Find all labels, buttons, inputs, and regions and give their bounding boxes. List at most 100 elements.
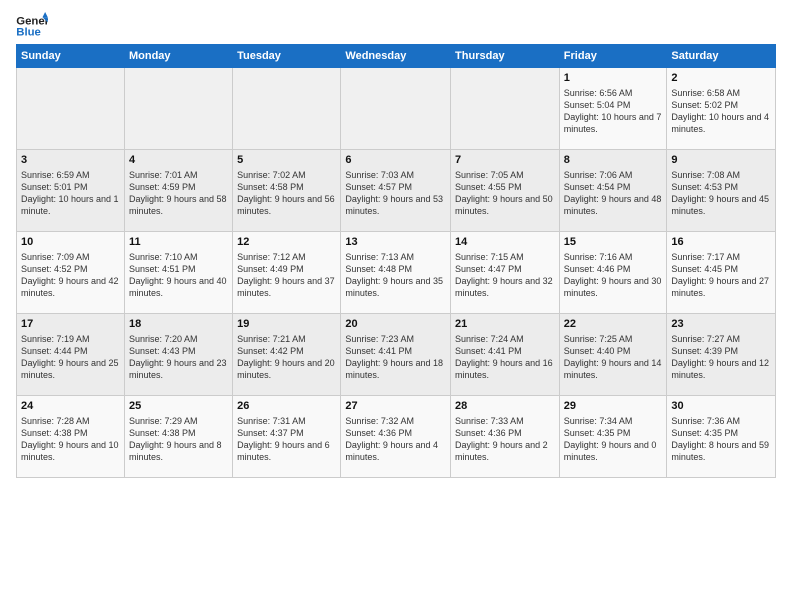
day-number: 2 — [671, 71, 771, 86]
day-info: Sunrise: 7:01 AM Sunset: 4:59 PM Dayligh… — [129, 170, 227, 216]
calendar-cell: 30 Sunrise: 7:36 AM Sunset: 4:35 PM Dayli… — [667, 396, 776, 478]
calendar-cell: 29Sunrise: 7:34 AM Sunset: 4:35 PM Dayli… — [559, 396, 667, 478]
calendar-cell: 12 Sunrise: 7:12 AM Sunset: 4:49 PM Dayli… — [233, 232, 341, 314]
day-info: Sunrise: 7:06 AM Sunset: 4:54 PM Dayligh… — [564, 170, 662, 216]
day-info: Sunrise: 7:02 AM Sunset: 4:58 PM Dayligh… — [237, 170, 335, 216]
calendar-cell — [17, 68, 125, 150]
day-number: 30 — [671, 399, 771, 414]
calendar-cell: 10Sunrise: 7:09 AM Sunset: 4:52 PM Dayli… — [17, 232, 125, 314]
header-monday: Monday — [124, 45, 232, 68]
calendar-cell: 14 Sunrise: 7:15 AM Sunset: 4:47 PM Dayli… — [451, 232, 560, 314]
calendar-cell: 16Sunrise: 7:17 AM Sunset: 4:45 PM Dayli… — [667, 232, 776, 314]
calendar-cell — [341, 68, 451, 150]
calendar-cell — [451, 68, 560, 150]
day-info: Sunrise: 7:19 AM Sunset: 4:44 PM Dayligh… — [21, 334, 119, 380]
day-number: 17 — [21, 317, 120, 332]
calendar-cell: 7 Sunrise: 7:05 AM Sunset: 4:55 PM Daylig… — [451, 150, 560, 232]
calendar-cell: 24Sunrise: 7:28 AM Sunset: 4:38 PM Dayli… — [17, 396, 125, 478]
calendar-cell: 13 Sunrise: 7:13 AM Sunset: 4:48 PM Dayli… — [341, 232, 451, 314]
day-number: 11 — [129, 235, 228, 250]
day-number: 26 — [237, 399, 336, 414]
calendar-header-row: SundayMondayTuesdayWednesdayThursdayFrid… — [17, 45, 776, 68]
logo: General Blue — [16, 12, 52, 40]
day-number: 3 — [21, 153, 120, 168]
day-info: Sunrise: 7:28 AM Sunset: 4:38 PM Dayligh… — [21, 416, 119, 462]
calendar-cell: 15 Sunrise: 7:16 AM Sunset: 4:46 PM Dayli… — [559, 232, 667, 314]
day-info: Sunrise: 7:10 AM Sunset: 4:51 PM Dayligh… — [129, 252, 227, 298]
day-number: 15 — [564, 235, 663, 250]
calendar-cell: 18Sunrise: 7:20 AM Sunset: 4:43 PM Dayli… — [124, 314, 232, 396]
header: General Blue — [16, 12, 776, 40]
day-number: 28 — [455, 399, 555, 414]
day-number: 14 — [455, 235, 555, 250]
logo-icon: General Blue — [16, 12, 48, 40]
day-info: Sunrise: 7:12 AM Sunset: 4:49 PM Dayligh… — [237, 252, 335, 298]
day-info: Sunrise: 7:15 AM Sunset: 4:47 PM Dayligh… — [455, 252, 553, 298]
day-number: 25 — [129, 399, 228, 414]
calendar-cell: 5 Sunrise: 7:02 AM Sunset: 4:58 PM Daylig… — [233, 150, 341, 232]
calendar-week-0: 1 Sunrise: 6:56 AM Sunset: 5:04 PM Daylig… — [17, 68, 776, 150]
calendar-cell: 25 Sunrise: 7:29 AM Sunset: 4:38 PM Dayli… — [124, 396, 232, 478]
header-saturday: Saturday — [667, 45, 776, 68]
day-info: Sunrise: 6:59 AM Sunset: 5:01 PM Dayligh… — [21, 170, 119, 216]
day-info: Sunrise: 7:36 AM Sunset: 4:35 PM Dayligh… — [671, 416, 769, 462]
day-info: Sunrise: 7:27 AM Sunset: 4:39 PM Dayligh… — [671, 334, 769, 380]
day-number: 20 — [345, 317, 446, 332]
day-number: 8 — [564, 153, 663, 168]
calendar-cell: 23 Sunrise: 7:27 AM Sunset: 4:39 PM Dayli… — [667, 314, 776, 396]
day-number: 27 — [345, 399, 446, 414]
day-number: 23 — [671, 317, 771, 332]
day-info: Sunrise: 7:03 AM Sunset: 4:57 PM Dayligh… — [345, 170, 443, 216]
calendar-cell: 1 Sunrise: 6:56 AM Sunset: 5:04 PM Daylig… — [559, 68, 667, 150]
day-info: Sunrise: 7:25 AM Sunset: 4:40 PM Dayligh… — [564, 334, 662, 380]
day-number: 7 — [455, 153, 555, 168]
day-info: Sunrise: 7:29 AM Sunset: 4:38 PM Dayligh… — [129, 416, 222, 462]
day-number: 9 — [671, 153, 771, 168]
svg-text:Blue: Blue — [16, 27, 41, 39]
header-thursday: Thursday — [451, 45, 560, 68]
calendar-cell: 6 Sunrise: 7:03 AM Sunset: 4:57 PM Daylig… — [341, 150, 451, 232]
day-info: Sunrise: 6:58 AM Sunset: 5:02 PM Dayligh… — [671, 88, 769, 134]
day-number: 10 — [21, 235, 120, 250]
calendar-week-3: 17 Sunrise: 7:19 AM Sunset: 4:44 PM Dayli… — [17, 314, 776, 396]
day-number: 22 — [564, 317, 663, 332]
calendar-cell: 26 Sunrise: 7:31 AM Sunset: 4:37 PM Dayli… — [233, 396, 341, 478]
day-info: Sunrise: 6:56 AM Sunset: 5:04 PM Dayligh… — [564, 88, 662, 134]
calendar-table: SundayMondayTuesdayWednesdayThursdayFrid… — [16, 44, 776, 478]
calendar-cell: 28 Sunrise: 7:33 AM Sunset: 4:36 PM Dayli… — [451, 396, 560, 478]
day-number: 4 — [129, 153, 228, 168]
day-number: 19 — [237, 317, 336, 332]
day-info: Sunrise: 7:08 AM Sunset: 4:53 PM Dayligh… — [671, 170, 769, 216]
day-info: Sunrise: 7:23 AM Sunset: 4:41 PM Dayligh… — [345, 334, 443, 380]
day-info: Sunrise: 7:31 AM Sunset: 4:37 PM Dayligh… — [237, 416, 330, 462]
calendar-cell — [233, 68, 341, 150]
header-friday: Friday — [559, 45, 667, 68]
day-info: Sunrise: 7:24 AM Sunset: 4:41 PM Dayligh… — [455, 334, 553, 380]
day-info: Sunrise: 7:16 AM Sunset: 4:46 PM Dayligh… — [564, 252, 662, 298]
calendar-week-4: 24Sunrise: 7:28 AM Sunset: 4:38 PM Dayli… — [17, 396, 776, 478]
day-info: Sunrise: 7:34 AM Sunset: 4:35 PM Dayligh… — [564, 416, 657, 462]
calendar-cell: 9 Sunrise: 7:08 AM Sunset: 4:53 PM Daylig… — [667, 150, 776, 232]
calendar-week-2: 10Sunrise: 7:09 AM Sunset: 4:52 PM Dayli… — [17, 232, 776, 314]
page-container: General Blue SundayMondayTuesdayWednesda… — [0, 0, 792, 486]
day-number: 12 — [237, 235, 336, 250]
calendar-cell: 2 Sunrise: 6:58 AM Sunset: 5:02 PM Daylig… — [667, 68, 776, 150]
header-sunday: Sunday — [17, 45, 125, 68]
day-number: 13 — [345, 235, 446, 250]
calendar-cell: 27 Sunrise: 7:32 AM Sunset: 4:36 PM Dayli… — [341, 396, 451, 478]
day-info: Sunrise: 7:32 AM Sunset: 4:36 PM Dayligh… — [345, 416, 438, 462]
day-info: Sunrise: 7:33 AM Sunset: 4:36 PM Dayligh… — [455, 416, 548, 462]
day-info: Sunrise: 7:13 AM Sunset: 4:48 PM Dayligh… — [345, 252, 443, 298]
calendar-cell — [124, 68, 232, 150]
day-number: 5 — [237, 153, 336, 168]
day-info: Sunrise: 7:21 AM Sunset: 4:42 PM Dayligh… — [237, 334, 335, 380]
day-number: 16 — [671, 235, 771, 250]
calendar-cell: 11 Sunrise: 7:10 AM Sunset: 4:51 PM Dayli… — [124, 232, 232, 314]
day-info: Sunrise: 7:05 AM Sunset: 4:55 PM Dayligh… — [455, 170, 553, 216]
calendar-cell: 17 Sunrise: 7:19 AM Sunset: 4:44 PM Dayli… — [17, 314, 125, 396]
calendar-cell: 8 Sunrise: 7:06 AM Sunset: 4:54 PM Daylig… — [559, 150, 667, 232]
day-number: 1 — [564, 71, 663, 86]
calendar-cell: 21Sunrise: 7:24 AM Sunset: 4:41 PM Dayli… — [451, 314, 560, 396]
day-number: 6 — [345, 153, 446, 168]
calendar-cell: 4 Sunrise: 7:01 AM Sunset: 4:59 PM Daylig… — [124, 150, 232, 232]
